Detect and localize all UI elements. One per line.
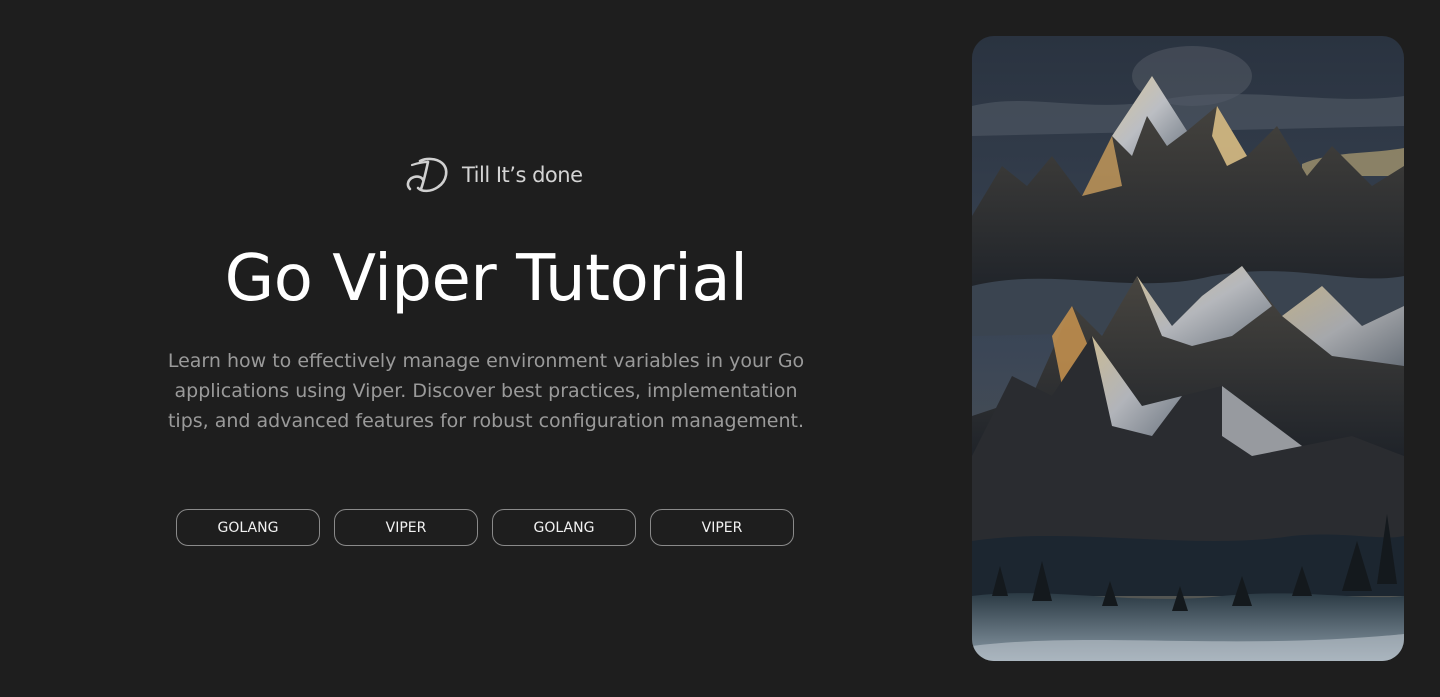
tag-viper[interactable]: VIPER [334, 509, 478, 546]
brand[interactable]: Till It’s done [404, 155, 583, 195]
tag-list: GOLANG VIPER GOLANG VIPER [176, 509, 794, 546]
brand-name: Till It’s done [462, 163, 583, 187]
article-header: Till It’s done Go Viper Tutorial Learn h… [0, 0, 1440, 697]
mountain-landscape-illustration [972, 36, 1404, 661]
cover-image [972, 36, 1404, 661]
page-title: Go Viper Tutorial [224, 242, 748, 316]
tag-golang[interactable]: GOLANG [492, 509, 636, 546]
signature-d-logo-icon [404, 155, 452, 195]
tag-viper[interactable]: VIPER [650, 509, 794, 546]
tag-golang[interactable]: GOLANG [176, 509, 320, 546]
page-description: Learn how to effectively manage environm… [167, 350, 805, 432]
